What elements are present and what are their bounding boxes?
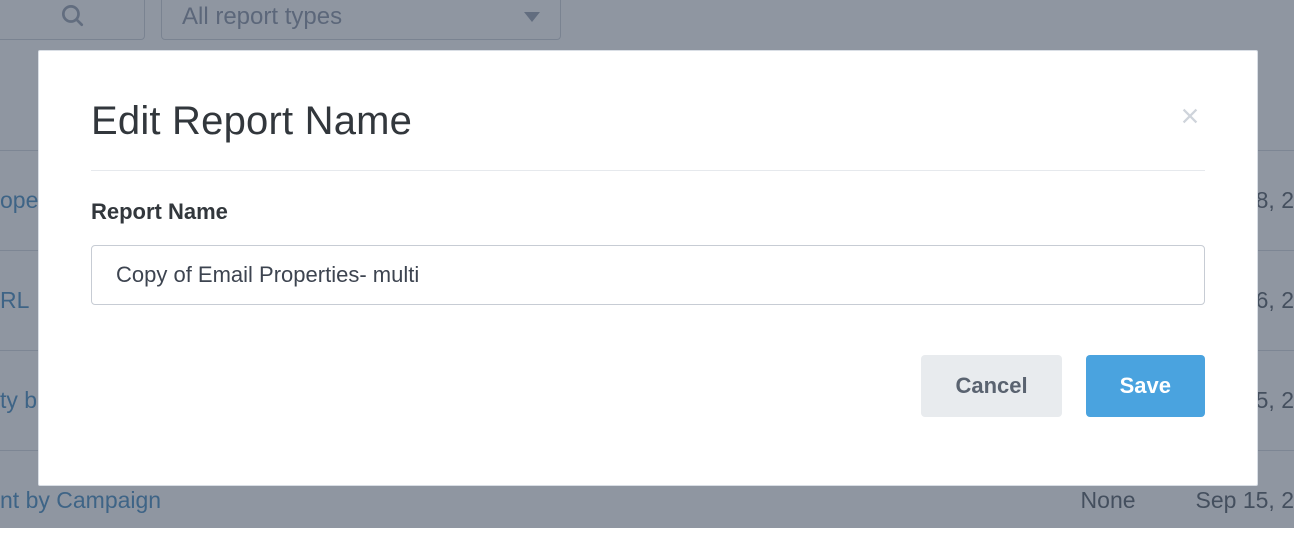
close-icon [1179,105,1201,127]
edit-report-name-modal: Edit Report Name Report Name Cancel Save [38,50,1258,486]
save-button[interactable]: Save [1086,355,1205,417]
report-name-input[interactable] [91,245,1205,305]
modal-footer: Cancel Save [91,355,1205,417]
cancel-button[interactable]: Cancel [921,355,1061,417]
divider [91,170,1205,171]
report-name-label: Report Name [91,199,1205,225]
modal-title: Edit Report Name [91,99,412,144]
close-button[interactable] [1175,101,1205,136]
modal-header: Edit Report Name [91,99,1205,144]
